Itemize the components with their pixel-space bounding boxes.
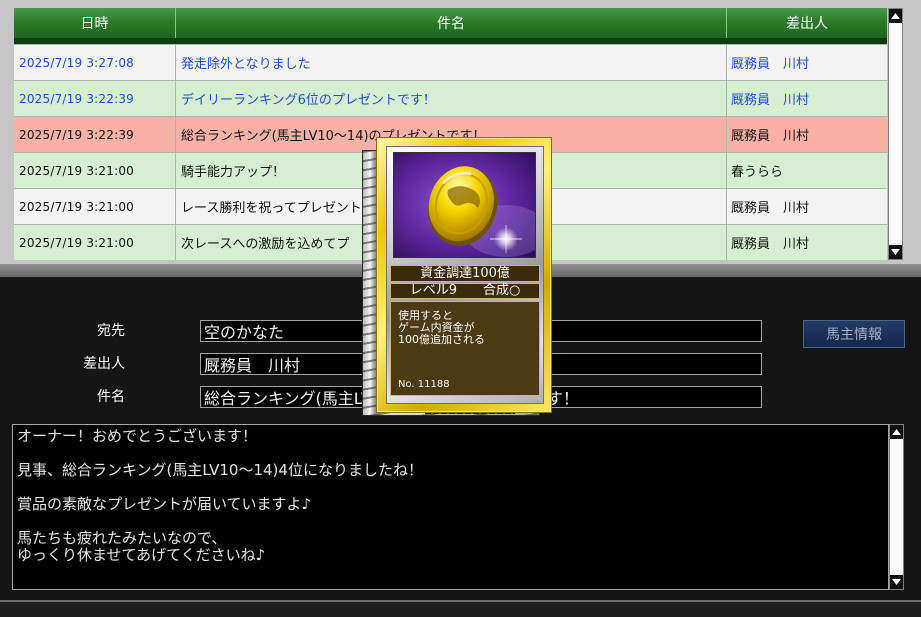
- item-card-preview: 資金調達100億 レベル9 合成○ 使用すると ゲーム内資金が 100億追加され…: [376, 137, 552, 413]
- mail-sender: 厩務員 川村: [731, 129, 810, 144]
- message-scrollbar[interactable]: [889, 424, 904, 590]
- message-line: 馬たちも疲れたみたいなので、: [17, 529, 227, 547]
- mail-sender: 厩務員 川村: [731, 201, 810, 216]
- message-scroll-track[interactable]: [890, 439, 903, 575]
- arrow-down-icon: [892, 579, 901, 585]
- column-header-subject: 件名: [176, 8, 727, 38]
- inbox-scrollbar[interactable]: [888, 8, 903, 260]
- card-name: 資金調達100億: [390, 265, 540, 282]
- mail-row[interactable]: 2025/7/19 3:22:39 デイリーランキング6位のプレゼントです！ 厩…: [14, 80, 887, 116]
- mail-subject: 発走除外となりました: [176, 45, 727, 80]
- mailbox-screen: 日時 件名 差出人 2025/7/19 3:27:08 発走除外となりました 厩…: [0, 0, 921, 617]
- arrow-up-icon: [891, 13, 900, 19]
- mail-sender: 厩務員 川村: [731, 57, 810, 72]
- subject-label: 件名: [97, 389, 125, 405]
- message-scroll-down-button[interactable]: [890, 575, 903, 589]
- mail-subject: デイリーランキング6位のプレゼントです！: [176, 81, 727, 116]
- message-scroll-up-button[interactable]: [890, 425, 903, 439]
- column-header-sender: 差出人: [786, 16, 828, 32]
- from-label: 差出人: [83, 356, 125, 372]
- card-art: [393, 152, 536, 258]
- mail-date: 2025/7/19 3:22:39: [14, 117, 176, 152]
- card-inner-frame: 資金調達100億 レベル9 合成○ 使用すると ゲーム内資金が 100億追加され…: [386, 146, 544, 404]
- mail-sender: 春うらら: [731, 165, 784, 180]
- owner-info-button[interactable]: 馬主情報: [803, 320, 905, 348]
- message-line: ゆっくり休ませてあげてくださいね♪: [17, 546, 266, 564]
- mail-date: 2025/7/19 3:22:39: [14, 81, 176, 116]
- message-body[interactable]: オーナー！おめでとうございます！ 見事、総合ランキング(馬主LV10～14)4位…: [12, 424, 889, 590]
- card-description-line: 100億追加される: [398, 333, 485, 346]
- bottom-bar: [0, 602, 921, 617]
- to-label: 宛先: [97, 323, 125, 339]
- message-line: 賞品の素敵なプレゼントが届いていますよ♪: [17, 495, 312, 513]
- mail-date: 2025/7/19 3:21:00: [14, 153, 176, 188]
- mail-date: 2025/7/19 3:21:00: [14, 189, 176, 224]
- inbox-scroll-down-button[interactable]: [889, 245, 902, 259]
- card-level: レベル9: [409, 283, 457, 298]
- mail-date: 2025/7/19 3:27:08: [14, 45, 176, 80]
- inbox-header: 日時 件名 差出人: [14, 8, 887, 44]
- mail-row[interactable]: 2025/7/19 3:27:08 発走除外となりました 厩務員 川村: [14, 44, 887, 80]
- message-line: オーナー！おめでとうございます！: [17, 427, 258, 445]
- message-line: 見事、総合ランキング(馬主LV10～14)4位になりましたね！: [17, 461, 423, 479]
- inbox-scroll-up-button[interactable]: [889, 9, 902, 23]
- mail-sender: 厩務員 川村: [731, 93, 810, 108]
- gold-coin-icon: [394, 153, 535, 257]
- card-level-row: レベル9 合成○: [390, 283, 540, 299]
- mail-date: 2025/7/19 3:21:00: [14, 225, 176, 260]
- arrow-up-icon: [892, 429, 901, 435]
- arrow-down-icon: [891, 249, 900, 255]
- card-description: 使用すると ゲーム内資金が 100億追加される No. 11188: [390, 301, 540, 396]
- card-fusion: 合成○: [482, 283, 521, 298]
- inbox-scroll-track[interactable]: [889, 23, 902, 245]
- card-number: No. 11188: [398, 379, 450, 390]
- column-header-date: 日時: [14, 8, 176, 38]
- mail-sender: 厩務員 川村: [731, 237, 810, 252]
